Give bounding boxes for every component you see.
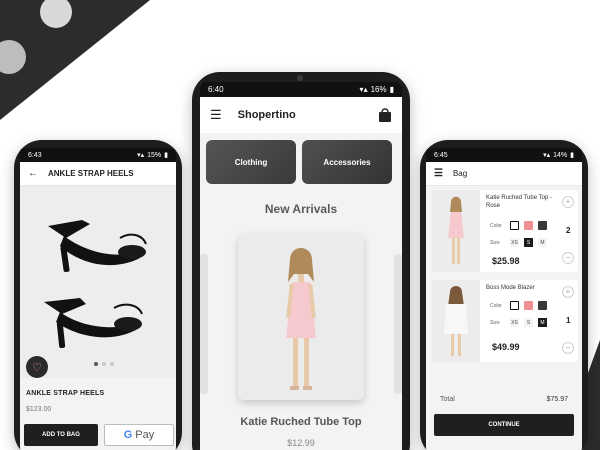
heels-image	[44, 220, 147, 349]
battery-icon: ▮	[389, 85, 394, 94]
color-label: Color	[490, 303, 502, 309]
battery-level: 16%	[370, 85, 387, 94]
status-icons: ▾▴ 14% ▮	[543, 151, 574, 160]
phone-bag: 6:45 ▾▴ 14% ▮ ☰ Bag Katie Ruched Tube To…	[420, 140, 588, 450]
item-quantity: 2	[566, 226, 571, 235]
battery-icon: ▮	[570, 152, 574, 159]
model-image	[286, 248, 316, 390]
size-option[interactable]: M	[538, 238, 547, 247]
product-thumbnail	[432, 280, 480, 362]
increase-quantity-button[interactable]: +	[562, 196, 574, 208]
carousel-dot[interactable]	[110, 362, 114, 366]
category-clothing[interactable]: Clothing	[206, 140, 296, 184]
size-option-selected[interactable]: S	[524, 238, 533, 247]
signal-icon: ▾▴	[359, 85, 368, 94]
size-label: Size	[490, 240, 500, 246]
bag-item[interactable]: Katie Ruched Tube Top - Rose Color Size …	[432, 190, 578, 272]
color-swatch-white[interactable]	[510, 221, 519, 230]
page-title: Bag	[452, 169, 468, 178]
color-swatch-dark[interactable]	[538, 301, 547, 310]
status-bar: 6:40 ▾▴ 16% ▮	[200, 82, 402, 97]
increase-quantity-button[interactable]: +	[562, 286, 574, 298]
signal-icon: ▾▴	[543, 152, 551, 159]
battery-level: 15%	[147, 151, 162, 159]
carousel-dots	[94, 362, 114, 366]
screen: 6:40 ▾▴ 16% ▮ ☰ Shopertino Clothing Acce…	[200, 82, 402, 450]
menu-icon[interactable]: ☰	[210, 107, 222, 123]
back-arrow-icon[interactable]: ←	[28, 168, 38, 179]
model-image	[444, 286, 468, 356]
color-swatch-pink[interactable]	[524, 301, 533, 310]
google-g-icon: G	[123, 429, 133, 441]
bag-item[interactable]: Boss Mode Blazer Color Size XS S M + 1 −…	[432, 280, 578, 362]
favorite-button[interactable]: ♡	[26, 356, 48, 378]
status-bar: 6:45 ▾▴ 14% ▮	[426, 148, 582, 162]
item-name: Boss Mode Blazer	[486, 285, 535, 291]
total-row: Total $75.97	[440, 396, 568, 403]
model-image	[448, 196, 464, 264]
top-bar: ← ANKLE STRAP HEELS	[20, 162, 176, 186]
add-to-bag-button[interactable]: ADD TO BAG	[24, 424, 98, 446]
google-pay-button[interactable]: G Pay	[104, 424, 174, 446]
showcase-stage: 6:43 ▾▴ 15% ▮ ← ANKLE STRAP HEELS ♡ ANKL…	[0, 0, 600, 450]
category-label: Accessories	[323, 157, 371, 167]
gpay-label: Pay	[135, 429, 155, 441]
product-name: ANKLE STRAP HEELS	[26, 390, 105, 397]
item-name: Katie Ruched Tube Top - Rose	[486, 195, 552, 209]
category-accessories[interactable]: Accessories	[302, 140, 392, 184]
decrease-quantity-button[interactable]: −	[562, 252, 574, 264]
carousel-dot[interactable]	[94, 362, 98, 366]
status-time: 6:45	[434, 151, 448, 159]
screen: 6:45 ▾▴ 14% ▮ ☰ Bag Katie Ruched Tube To…	[426, 148, 582, 450]
carousel-card-next[interactable]	[394, 254, 402, 394]
top-bar: ☰ Bag	[426, 162, 582, 186]
product-price: $123.00	[26, 406, 52, 413]
page-title: ANKLE STRAP HEELS	[48, 169, 134, 178]
product-card[interactable]	[238, 234, 364, 400]
camera-icon	[297, 75, 303, 81]
status-time: 6:43	[28, 151, 42, 159]
carousel-dot[interactable]	[102, 362, 106, 366]
battery-level: 14%	[553, 151, 568, 159]
app-title: Shopertino	[237, 109, 296, 121]
color-label: Color	[490, 223, 502, 229]
color-swatch-dark[interactable]	[538, 221, 547, 230]
total-value: $75.97	[546, 396, 568, 403]
continue-button[interactable]: CONTINUE	[434, 414, 574, 436]
size-option[interactable]: XS	[510, 238, 519, 247]
color-swatch-white[interactable]	[510, 301, 519, 310]
status-time: 6:40	[208, 85, 224, 94]
color-swatch-pink[interactable]	[524, 221, 533, 230]
size-label: Size	[490, 320, 500, 326]
size-option-selected[interactable]: M	[538, 318, 547, 327]
section-title: New Arrivals	[264, 202, 338, 216]
screen: 6:43 ▾▴ 15% ▮ ← ANKLE STRAP HEELS ♡ ANKL…	[20, 148, 176, 450]
phone-home: 6:40 ▾▴ 16% ▮ ☰ Shopertino Clothing Acce…	[192, 72, 410, 450]
menu-icon[interactable]: ☰	[434, 168, 443, 179]
item-price: $49.99	[492, 342, 520, 352]
status-icons: ▾▴ 16% ▮	[360, 85, 394, 94]
category-label: Clothing	[234, 157, 268, 167]
shopping-bag-icon[interactable]	[378, 107, 392, 123]
app-bar: ☰ Shopertino	[200, 97, 402, 133]
battery-icon: ▮	[164, 152, 168, 159]
total-label: Total	[440, 396, 455, 403]
product-thumbnail	[432, 190, 480, 272]
phone-product-detail: 6:43 ▾▴ 15% ▮ ← ANKLE STRAP HEELS ♡ ANKL…	[14, 140, 182, 450]
product-price: $12.99	[287, 438, 315, 448]
heart-icon: ♡	[32, 361, 42, 374]
item-price: $25.98	[492, 256, 520, 266]
item-quantity: 1	[566, 316, 571, 325]
size-option[interactable]: S	[524, 318, 533, 327]
size-option[interactable]: XS	[510, 318, 519, 327]
status-bar: 6:43 ▾▴ 15% ▮	[20, 148, 176, 162]
status-icons: ▾▴ 15% ▮	[137, 151, 168, 160]
signal-icon: ▾▴	[137, 152, 145, 159]
product-image[interactable]	[20, 186, 176, 378]
decrease-quantity-button[interactable]: −	[562, 342, 574, 354]
product-name: Katie Ruched Tube Top	[240, 416, 362, 428]
carousel-card-prev[interactable]	[200, 254, 208, 394]
